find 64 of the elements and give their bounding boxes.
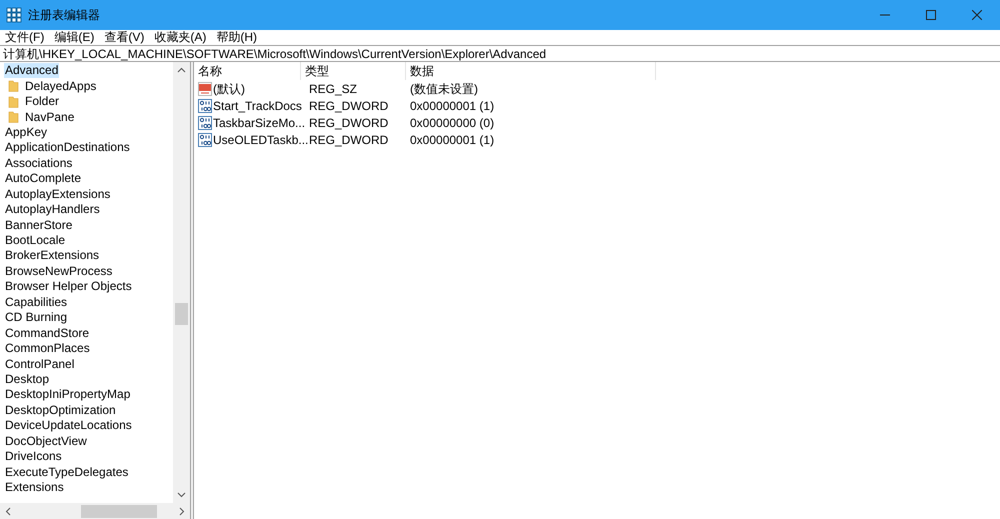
- folder-icon: [8, 111, 19, 124]
- column-header[interactable]: 数据: [406, 62, 656, 80]
- tree-item[interactable]: ExecuteTypeDelegates: [4, 464, 130, 480]
- tree-item[interactable]: BrowseNewProcess: [4, 264, 114, 279]
- tree-item[interactable]: AutoplayExtensions: [4, 186, 112, 202]
- value-name[interactable]: UseOLEDTaskb...: [213, 130, 308, 148]
- tree-item[interactable]: Folder: [24, 94, 60, 110]
- tree-item[interactable]: CommonPlaces: [4, 341, 91, 356]
- binary-value-icon: [198, 132, 212, 146]
- column-header[interactable]: 名称: [194, 62, 301, 80]
- tree-item[interactable]: ApplicationDestinations: [4, 140, 131, 156]
- close-icon: [972, 10, 982, 20]
- value-name[interactable]: (默认): [213, 80, 245, 98]
- tree-item[interactable]: BootLocale: [4, 233, 66, 248]
- tree-item[interactable]: BrokerExtensions: [4, 248, 100, 264]
- maximize-icon: [926, 10, 936, 20]
- address-bar[interactable]: 计算机\HKEY_LOCAL_MACHINE\SOFTWARE\Microsoft\Windows\CurrentVersion\Explorer\Advanced: [0, 45, 1000, 62]
- tree-item[interactable]: AutoplayHandlers: [4, 202, 101, 218]
- vertical-scrollbar[interactable]: [173, 62, 190, 503]
- value-data: 0x00000001 (1): [409, 98, 496, 114]
- tree-item[interactable]: DriveIcons: [4, 449, 63, 464]
- horizontal-scrollbar[interactable]: [0, 503, 190, 519]
- tree-item[interactable]: Capabilities: [4, 294, 68, 310]
- scrollbar-thumb[interactable]: [81, 504, 157, 518]
- scrollbar-thumb[interactable]: [175, 303, 188, 325]
- menu-item[interactable]: 查看(V): [99, 30, 150, 45]
- value-data: 0x00000000 (0): [409, 114, 496, 132]
- column-header[interactable]: 类型: [301, 62, 406, 80]
- value-name[interactable]: Start_TrackDocs: [213, 96, 302, 114]
- string-value-icon: [198, 82, 212, 96]
- menu-item[interactable]: 帮助(H): [211, 30, 262, 45]
- tree-item[interactable]: Desktop: [4, 372, 50, 387]
- folder-icon: [8, 96, 19, 108]
- tree-item[interactable]: Associations: [4, 156, 74, 171]
- tree-item[interactable]: ControlPanel: [4, 356, 76, 372]
- tree-item[interactable]: BannerStore: [4, 218, 74, 233]
- value-data: (数值未设置): [409, 80, 479, 98]
- registry-icon: [6, 7, 22, 23]
- binary-value-icon: [198, 98, 212, 112]
- value-type: REG_DWORD: [308, 132, 390, 148]
- tree-item[interactable]: CD Burning: [4, 310, 68, 326]
- tree-item[interactable]: DesktopIniPropertyMap: [4, 387, 132, 402]
- value-type: REG_SZ: [308, 80, 358, 98]
- tree-item[interactable]: DesktopOptimization: [4, 402, 117, 418]
- tree-item[interactable]: AutoComplete: [4, 171, 82, 186]
- folder-icon: [8, 80, 19, 92]
- tree-item[interactable]: DelayedApps: [24, 78, 98, 94]
- window-title: 注册表编辑器: [28, 7, 100, 24]
- tree-item[interactable]: Extensions: [4, 480, 65, 496]
- tree-item[interactable]: DeviceUpdateLocations: [4, 418, 133, 434]
- tree-item[interactable]: AppKey: [4, 124, 48, 140]
- tree-item[interactable]: Advanced: [4, 63, 60, 78]
- binary-value-icon: [198, 116, 212, 130]
- tree-item[interactable]: NavPane: [24, 110, 76, 125]
- value-type: REG_DWORD: [308, 114, 390, 132]
- tree-item[interactable]: DocObjectView: [4, 434, 88, 449]
- value-type: REG_DWORD: [308, 98, 390, 114]
- value-data: 0x00000001 (1): [409, 132, 496, 148]
- value-name[interactable]: TaskbarSizeMo...: [213, 114, 306, 132]
- menu-item[interactable]: 文件(F): [0, 30, 50, 45]
- tree-item[interactable]: Browser Helper Objects: [4, 279, 133, 294]
- menu-item[interactable]: 编辑(E): [49, 30, 100, 45]
- tree-item[interactable]: CommandStore: [4, 326, 90, 341]
- menu-item[interactable]: 收藏夹(A): [149, 30, 212, 45]
